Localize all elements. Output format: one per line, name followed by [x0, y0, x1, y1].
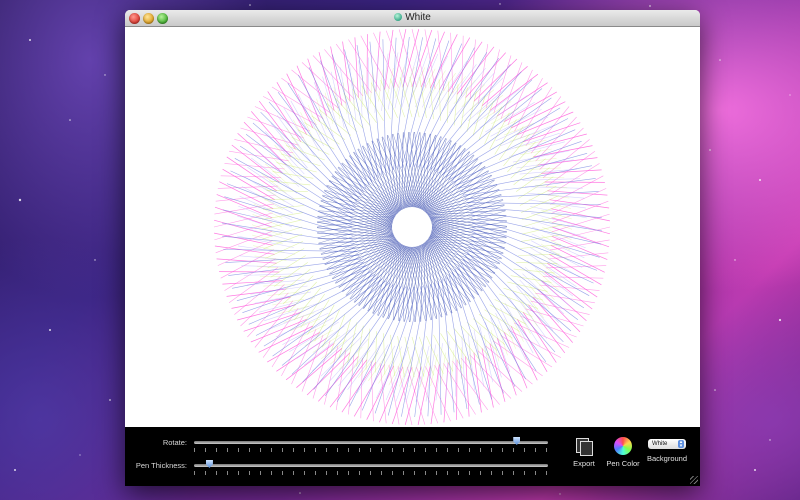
- thickness-slider-track: [194, 464, 548, 467]
- app-window: White Rotate: Pen Thickness: Export Pen …: [125, 10, 700, 486]
- thickness-slider-ticks: [194, 471, 548, 475]
- export-label: Export: [573, 459, 595, 468]
- pen-thickness-slider[interactable]: [194, 460, 548, 475]
- spirograph-drawing: [213, 28, 611, 426]
- document-icon: [394, 13, 403, 21]
- control-panel: Rotate: Pen Thickness: Export Pen Color …: [125, 427, 700, 486]
- background-select-value: White: [652, 441, 668, 447]
- resize-grip-icon[interactable]: [690, 476, 698, 484]
- export-button[interactable]: Export: [567, 437, 601, 468]
- rotate-slider-ticks: [194, 448, 548, 452]
- rotate-label: Rotate:: [162, 438, 187, 447]
- drawing-canvas[interactable]: [125, 27, 700, 427]
- background-select[interactable]: White ▴ ▾: [648, 439, 686, 449]
- select-arrows-icon: ▴ ▾: [678, 439, 684, 449]
- rotate-slider[interactable]: [194, 437, 548, 452]
- background-label: Background: [646, 454, 688, 463]
- pen-thickness-label: Pen Thickness:: [135, 461, 187, 470]
- pen-color-button[interactable]: Pen Color: [603, 437, 643, 468]
- export-icon: [575, 437, 593, 456]
- pen-color-label: Pen Color: [606, 459, 640, 468]
- window-title-text: White: [405, 12, 431, 23]
- window-title: White: [125, 11, 700, 25]
- title-bar[interactable]: White: [125, 10, 700, 27]
- spiro-center: [401, 216, 423, 238]
- rotate-slider-track: [194, 441, 548, 444]
- background-control: White ▴ ▾ Background: [645, 439, 689, 463]
- color-wheel-icon: [614, 437, 632, 455]
